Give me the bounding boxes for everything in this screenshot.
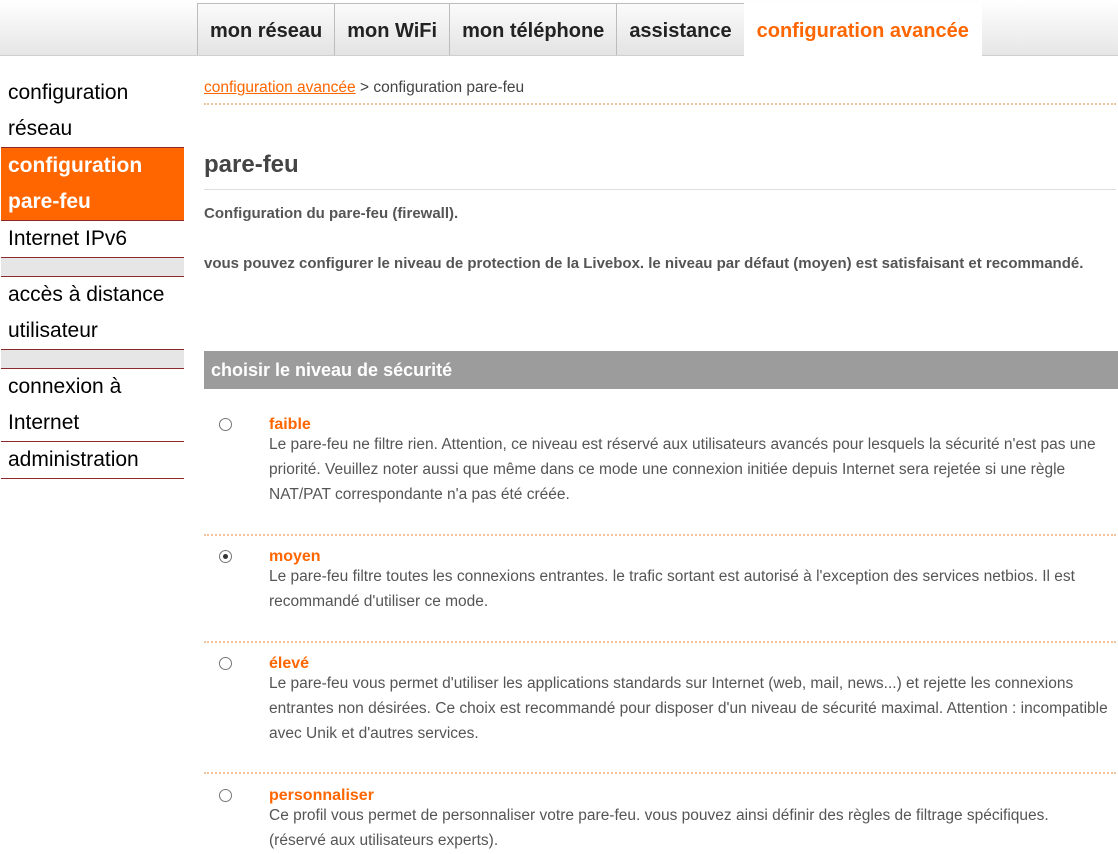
- radio-personnaliser[interactable]: [219, 789, 232, 802]
- sidebar: configuration réseau configuration pare-…: [1, 75, 184, 479]
- sidebar-item-configuration-reseau[interactable]: configuration réseau: [1, 75, 184, 148]
- tab-mon-wifi[interactable]: mon WiFi: [334, 3, 451, 55]
- security-section-header: choisir le niveau de sécurité: [204, 351, 1118, 389]
- tab-mon-reseau[interactable]: mon réseau: [197, 3, 336, 55]
- radio-faible[interactable]: [219, 418, 232, 431]
- sidebar-item-connexion-internet[interactable]: connexion à Internet: [1, 369, 184, 442]
- tab-mon-telephone[interactable]: mon téléphone: [449, 3, 618, 55]
- option-separator: [204, 641, 1116, 643]
- option-description-eleve: Le pare-feu vous permet d'utiliser les a…: [269, 675, 1108, 742]
- option-description-personnaliser: Ce profil vous permet de personnaliser v…: [269, 807, 1049, 849]
- main-content: configuration avancée > configuration pa…: [204, 75, 1118, 849]
- breadcrumb-current: configuration pare-feu: [373, 79, 525, 96]
- option-description-faible: Le pare-feu ne filtre rien. Attention, c…: [269, 436, 1096, 503]
- sidebar-divider: [1, 350, 184, 369]
- page-title: pare-feu: [204, 151, 1116, 190]
- sidebar-item-acces-distance[interactable]: accès à distance utilisateur: [1, 277, 184, 350]
- top-navigation-bar: mon réseau mon WiFi mon téléphone assist…: [0, 0, 1118, 56]
- sidebar-divider: [1, 258, 184, 277]
- radio-eleve[interactable]: [219, 657, 232, 670]
- radio-moyen[interactable]: [219, 550, 232, 563]
- sidebar-item-internet-ipv6[interactable]: Internet IPv6: [1, 221, 184, 258]
- breadcrumb-separator: >: [359, 79, 370, 96]
- breadcrumb: configuration avancée > configuration pa…: [204, 75, 1116, 105]
- sidebar-item-configuration-pare-feu[interactable]: configuration pare-feu: [1, 148, 184, 221]
- tab-assistance[interactable]: assistance: [616, 3, 745, 55]
- option-separator: [204, 772, 1116, 774]
- page-intro: Configuration du pare-feu (firewall).: [204, 205, 459, 222]
- page-description: vous pouvez configurer le niveau de prot…: [204, 255, 1084, 272]
- option-separator: [204, 534, 1116, 536]
- sidebar-item-administration[interactable]: administration: [1, 442, 184, 479]
- main-tabs: mon réseau mon WiFi mon téléphone assist…: [197, 3, 982, 56]
- breadcrumb-link-parent[interactable]: configuration avancée: [204, 79, 356, 96]
- option-description-moyen: Le pare-feu filtre toutes les connexions…: [269, 568, 1075, 610]
- tab-configuration-avancee[interactable]: configuration avancée: [743, 3, 982, 56]
